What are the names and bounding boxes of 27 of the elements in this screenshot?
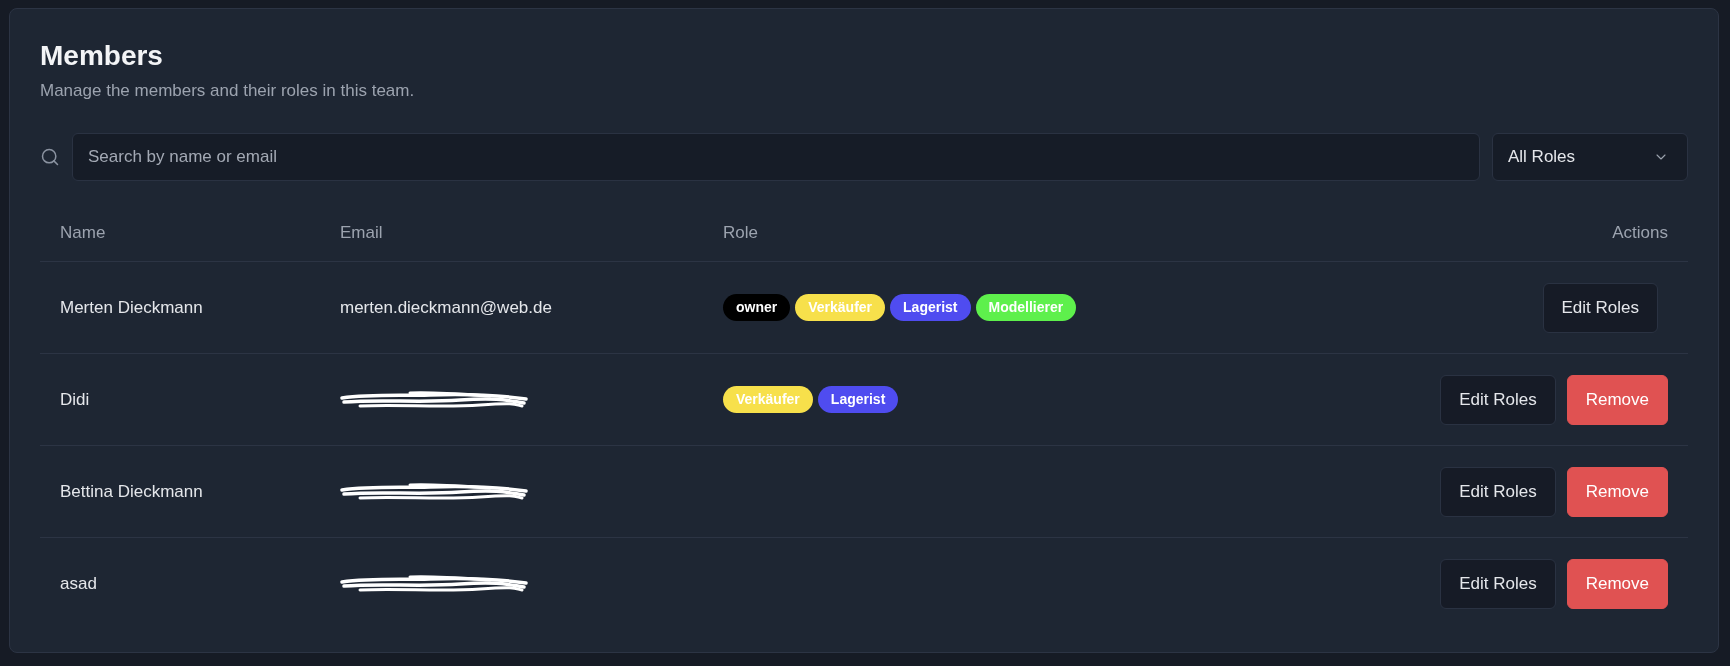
edit-roles-button[interactable]: Edit Roles — [1440, 559, 1556, 609]
role-badge: Verkäufer — [795, 294, 886, 321]
member-name: Didi — [60, 388, 90, 411]
role-badge: Modellierer — [975, 294, 1077, 321]
role-badge: owner — [723, 294, 791, 321]
remove-button[interactable]: Remove — [1566, 559, 1668, 609]
role-badge: Lagerist — [890, 294, 971, 321]
role-badge: Verkäufer — [723, 386, 813, 413]
role-filter-select[interactable]: All Roles — [1492, 133, 1688, 181]
member-name: Merten Dieckmann — [60, 296, 203, 319]
member-name: asad — [60, 573, 97, 596]
edit-roles-button[interactable]: Edit Roles — [1542, 282, 1658, 333]
search-icon — [40, 147, 60, 167]
member-email: merten.dieckmann@web.de — [340, 297, 552, 317]
edit-roles-button[interactable]: Edit Roles — [1440, 466, 1556, 517]
remove-button[interactable]: Remove — [1566, 466, 1668, 517]
page-subtitle: Manage the members and their roles in this team. — [40, 80, 415, 102]
column-header: Name — [60, 222, 106, 245]
column-header: Email — [340, 222, 383, 245]
member-name: Bettina Dieckmann — [60, 480, 203, 503]
remove-button[interactable]: Remove — [1566, 374, 1668, 425]
edit-roles-button[interactable]: Edit Roles — [1440, 374, 1556, 425]
column-header: Actions — [1612, 222, 1668, 245]
search-field[interactable]: Search by name or email — [72, 133, 1480, 181]
page-title: Members — [40, 40, 163, 72]
column-header: Role — [723, 222, 758, 245]
role-badge: Lagerist — [817, 386, 899, 413]
